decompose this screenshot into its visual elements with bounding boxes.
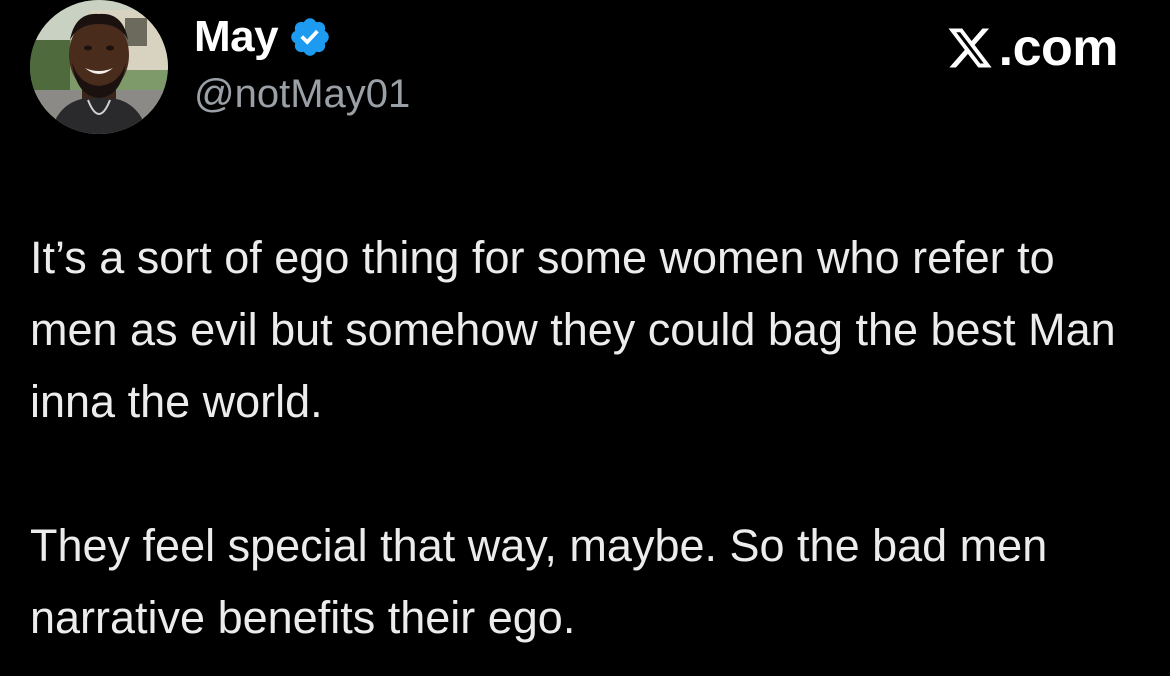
verified-badge-icon: [288, 15, 332, 59]
author-name-row: May: [194, 12, 332, 62]
profile-photo: [30, 0, 168, 134]
tweet-text: It’s a sort of ego thing for some women …: [30, 222, 1140, 654]
brand-label: .com: [998, 19, 1119, 77]
author-display-name[interactable]: May: [194, 12, 279, 62]
tweet-paragraph: They feel special that way, maybe. So th…: [30, 520, 1048, 643]
brand-watermark: .com: [945, 18, 1119, 78]
x-logo-icon: [945, 24, 995, 72]
tweet-paragraph: It’s a sort of ego thing for some women …: [30, 232, 1116, 427]
author-handle[interactable]: @notMay01: [194, 72, 410, 117]
avatar[interactable]: [30, 0, 168, 134]
tweet-card: May @notMay01 .com It’s a sort of ego th…: [0, 0, 1170, 676]
